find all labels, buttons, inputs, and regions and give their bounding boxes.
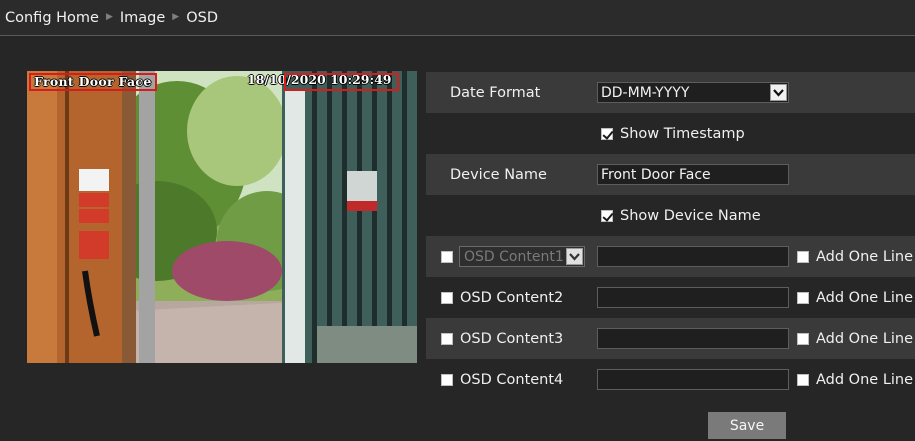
video-preview: 18/10/2020 10:29:49 Front Door Face <box>27 71 417 363</box>
osd-content2-input[interactable] <box>597 287 789 308</box>
show-timestamp-label: Show Timestamp <box>620 125 745 142</box>
osd-content3-label: OSD Content3 <box>460 330 564 347</box>
breadcrumb-config-home[interactable]: Config Home <box>5 10 99 26</box>
checkbox-icon[interactable] <box>441 291 453 304</box>
date-format-value: DD-MM-YYYY <box>601 84 690 101</box>
osd-content2-add-line-checkbox[interactable]: Add One Line <box>797 290 913 306</box>
show-device-name-checkbox[interactable]: Show Device Name <box>601 208 761 224</box>
osd-content3-checkbox[interactable]: OSD Content3 <box>441 331 563 347</box>
osd-content4-row: OSD Content4 Add One Line <box>426 359 915 400</box>
osd-device-name-overlay[interactable]: Front Door Face <box>29 73 157 91</box>
date-format-select[interactable]: DD-MM-YYYY <box>597 82 789 103</box>
chevron-down-icon[interactable] <box>566 248 583 265</box>
osd-content1-select[interactable]: OSD Content1 <box>459 246 585 267</box>
add-one-line-label: Add One Line <box>816 371 914 388</box>
osd-content4-add-line-checkbox[interactable]: Add One Line <box>797 372 913 388</box>
osd-content1-add-line-checkbox[interactable]: Add One Line <box>797 249 913 265</box>
save-button[interactable]: Save <box>708 412 786 439</box>
chevron-right-icon: ▶ <box>105 11 113 22</box>
add-one-line-label: Add One Line <box>816 248 914 265</box>
device-name-input[interactable]: Front Door Face <box>597 164 789 185</box>
chevron-right-icon: ▶ <box>172 11 180 22</box>
device-name-label: Device Name <box>450 166 547 183</box>
show-device-name-label: Show Device Name <box>620 207 761 224</box>
osd-content2-checkbox[interactable]: OSD Content2 <box>441 290 563 306</box>
show-device-name-row: Show Device Name <box>426 195 915 236</box>
osd-content1-value: OSD Content1 <box>464 248 564 265</box>
osd-content2-label: OSD Content2 <box>460 289 564 306</box>
osd-content1-checkbox[interactable] <box>441 250 453 263</box>
device-name-row: Device Name Front Door Face <box>426 154 915 195</box>
osd-content3-row: OSD Content3 Add One Line <box>426 318 915 359</box>
checkbox-checked-icon[interactable] <box>601 127 613 140</box>
checkbox-icon[interactable] <box>797 373 809 386</box>
osd-content1-row: OSD Content1 Add One Line <box>426 236 915 277</box>
osd-content4-input[interactable] <box>597 369 789 390</box>
add-one-line-label: Add One Line <box>816 330 914 347</box>
camera-scene-image <box>27 71 417 363</box>
show-timestamp-checkbox[interactable]: Show Timestamp <box>601 126 745 142</box>
checkbox-icon[interactable] <box>441 332 453 345</box>
osd-content3-add-line-checkbox[interactable]: Add One Line <box>797 331 913 347</box>
show-timestamp-row: Show Timestamp <box>426 113 915 154</box>
osd-content4-checkbox[interactable]: OSD Content4 <box>441 372 563 388</box>
osd-content1-input[interactable] <box>597 246 789 267</box>
date-format-label: Date Format <box>450 84 541 101</box>
checkbox-icon[interactable] <box>441 373 453 386</box>
add-one-line-label: Add One Line <box>816 289 914 306</box>
checkbox-icon[interactable] <box>797 332 809 345</box>
breadcrumb: Config Home ▶ Image ▶ OSD <box>0 0 915 36</box>
osd-content4-label: OSD Content4 <box>460 371 564 388</box>
osd-timestamp-frame[interactable] <box>284 73 399 91</box>
chevron-down-icon[interactable] <box>770 84 787 101</box>
osd-content2-row: OSD Content2 Add One Line <box>426 277 915 318</box>
breadcrumb-osd: OSD <box>186 9 219 26</box>
osd-content3-input[interactable] <box>597 328 789 349</box>
checkbox-icon[interactable] <box>797 291 809 304</box>
checkbox-checked-icon[interactable] <box>601 209 613 222</box>
date-format-row: Date Format DD-MM-YYYY <box>426 72 915 113</box>
checkbox-icon[interactable] <box>797 250 809 263</box>
breadcrumb-image[interactable]: Image <box>120 10 165 26</box>
